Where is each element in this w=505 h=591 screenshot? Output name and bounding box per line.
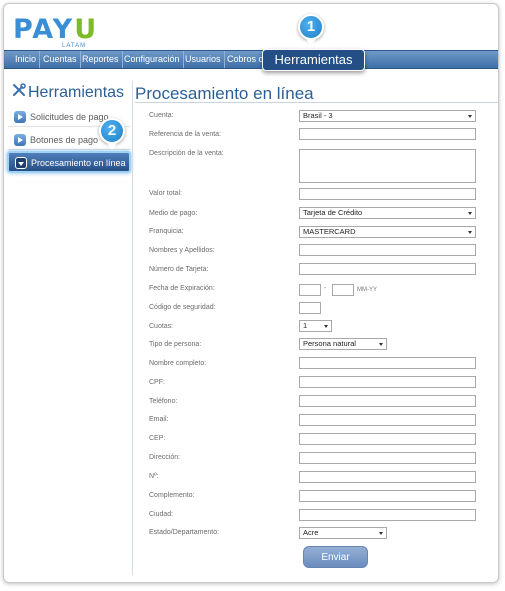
tipo-persona-value: Persona natural (303, 339, 356, 348)
franquicia-label: Franquicia: (149, 228, 184, 235)
sidebar-item-label: Procesamiento en línea (31, 158, 126, 168)
direccion-label: Dirección: (149, 454, 181, 461)
chevron-down-icon (324, 325, 328, 328)
cuenta-value: Brasil - 3 (303, 111, 333, 120)
sidebar-title-label: Herramientas (28, 84, 125, 101)
chevron-down-icon (468, 115, 472, 118)
cpf-input[interactable] (299, 376, 476, 388)
title-divider (135, 102, 498, 103)
cuotas-select[interactable]: 1 (299, 320, 332, 332)
referencia-input[interactable] (299, 128, 476, 140)
enviar-button[interactable]: Enviar (303, 546, 368, 568)
tipo-persona-select[interactable]: Persona natural (299, 338, 387, 350)
expiracion-hint: MM-YY (357, 287, 377, 293)
telefono-input[interactable] (299, 395, 476, 407)
ciudad-label: Ciudad: (149, 511, 174, 518)
step-badge-1-pointer (306, 39, 316, 46)
nombre-completo-input[interactable] (299, 357, 476, 369)
descripcion-label: Descripción de la venta: (149, 150, 224, 157)
nombres-input[interactable] (299, 244, 476, 256)
medio-select[interactable]: Tarjeta de Crédito (299, 207, 476, 219)
cpf-label: CPF: (149, 379, 165, 386)
chevron-down-icon (468, 212, 472, 215)
expiracion-separator: - (324, 285, 327, 292)
arrow-right-icon (14, 111, 26, 123)
estado-select[interactable]: Acre (299, 527, 387, 539)
referencia-label: Referencia de la venta: (149, 131, 221, 138)
logo-text-accent: U (74, 14, 99, 45)
cep-input[interactable] (299, 433, 476, 445)
direccion-input[interactable] (299, 452, 476, 464)
app-window: PAYU LATAM Inicio Cuentas Reportes Confi… (3, 3, 499, 583)
cuenta-label: Cuenta: (149, 112, 174, 119)
nombre-completo-label: Nombre completo: (149, 360, 207, 367)
cep-label: CEP: (149, 435, 166, 442)
nav-item-inicio[interactable]: Inicio (12, 51, 41, 68)
nav-item-configuracion[interactable]: Configuración (121, 51, 184, 68)
top-nav: Inicio Cuentas Reportes Configuración Us… (4, 50, 498, 69)
cuotas-value: 1 (303, 321, 308, 330)
email-input[interactable] (299, 414, 476, 426)
codigo-input[interactable] (299, 302, 321, 314)
estado-value: Acre (303, 528, 319, 537)
descripcion-textarea[interactable] (299, 149, 476, 183)
sidebar-item-procesamiento[interactable]: Procesamiento en línea (7, 151, 131, 173)
expiracion-month-input[interactable] (299, 284, 321, 296)
logo-text: PAY (13, 14, 75, 45)
tipo-persona-label: Tipo de persona: (149, 341, 202, 348)
telefono-label: Teléfono: (149, 398, 178, 405)
franquicia-value: MASTERCARD (303, 227, 356, 236)
medio-value: Tarjeta de Crédito (303, 208, 363, 217)
nav-item-usuarios[interactable]: Usuarios (182, 51, 225, 68)
medio-label: Medio de pago: (149, 210, 198, 217)
sidebar-item-label: Botones de pago (30, 135, 99, 145)
cuotas-label: Cuotas: (149, 323, 174, 330)
nav-item-cuentas[interactable]: Cuentas (40, 51, 81, 68)
chevron-down-icon (379, 343, 383, 346)
nombres-label: Nombres y Apellidos: (149, 247, 215, 254)
nav-item-cobros[interactable]: Cobros c (224, 51, 266, 68)
numero-direccion-input[interactable] (299, 471, 476, 483)
complemento-label: Complemento: (149, 492, 195, 499)
step-badge-2: 2 (99, 118, 125, 144)
nav-item-herramientas[interactable]: Herramientas (262, 49, 365, 71)
sidebar-divider (132, 81, 133, 575)
estado-label: Estado/Departamento: (149, 529, 220, 536)
chevron-down-icon (379, 532, 383, 535)
sidebar-item-label: Solicitudes de pago (30, 112, 109, 122)
numero-tarjeta-input[interactable] (299, 263, 476, 275)
step-badge-2-pointer (107, 143, 117, 150)
arrow-right-icon (14, 134, 26, 146)
payu-logo[interactable]: PAYU LATAM (13, 14, 103, 51)
email-label: Email: (149, 416, 169, 423)
numero-tarjeta-label: Número de Tarjeta: (149, 266, 209, 273)
logo-subtitle: LATAM (62, 43, 87, 49)
chevron-down-icon (468, 231, 472, 234)
ciudad-input[interactable] (299, 509, 476, 521)
complemento-input[interactable] (299, 490, 476, 502)
cuenta-select[interactable]: Brasil - 3 (299, 110, 476, 122)
franquicia-select[interactable]: MASTERCARD (299, 226, 476, 238)
expiracion-label: Fecha de Expiración: (149, 285, 215, 292)
nav-item-reportes[interactable]: Reportes (79, 51, 123, 68)
tools-icon (12, 83, 26, 102)
expiracion-year-input[interactable] (332, 284, 354, 296)
valor-input[interactable] (299, 188, 476, 200)
arrow-down-icon (15, 157, 27, 169)
codigo-label: Código de seguridad: (149, 304, 216, 311)
page-title: Procesamiento en línea (135, 84, 314, 103)
step-badge-1: 1 (298, 14, 324, 40)
valor-label: Valor total: (149, 190, 182, 197)
sidebar-title: Herramientas (12, 83, 124, 102)
numero-direccion-label: Nº: (149, 473, 159, 480)
